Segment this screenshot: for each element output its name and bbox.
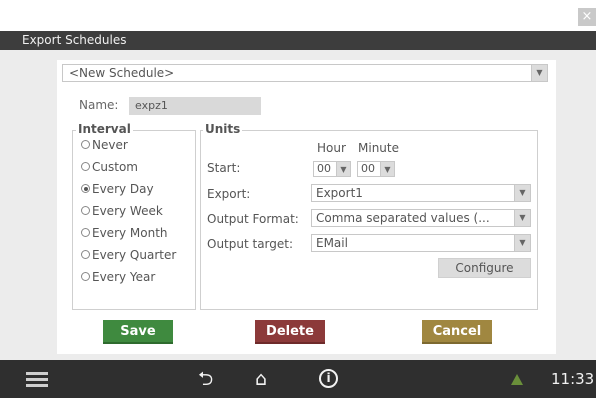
chevron-down-icon[interactable]: ▼ [380,162,394,176]
output-target-label: Output target: [207,237,294,251]
window-title: Export Schedules [0,31,596,50]
radio-button-icon[interactable] [81,206,90,215]
units-group: Units Hour Minute Start: 00 ▼ 00 ▼ Expor… [200,122,538,310]
radio-every-year[interactable]: Every Year [81,270,155,284]
output-format-label: Output Format: [207,212,299,226]
chevron-down-icon[interactable]: ▼ [514,235,530,251]
chevron-down-icon[interactable]: ▼ [336,162,350,176]
delete-button[interactable]: Delete [255,320,325,344]
top-strip [0,0,596,31]
radio-button-icon[interactable] [81,272,90,281]
output-target-select[interactable]: EMail ▼ [311,234,531,252]
radio-button-checked-icon[interactable] [81,184,90,193]
schedule-dropdown-value: <New Schedule> [69,66,175,80]
interval-legend: Interval [76,122,133,136]
radio-button-icon[interactable] [81,228,90,237]
menu-icon[interactable] [26,372,48,388]
export-label: Export: [207,187,251,201]
clock: 11:33 [551,370,595,388]
output-format-select[interactable]: Comma separated values (... ▼ [311,209,531,227]
home-icon[interactable]: ⌂ [255,368,267,390]
dialog-body: <New Schedule> ▼ Name: expz1 Interval Ne… [0,50,596,360]
schedule-dropdown[interactable]: <New Schedule> ▼ [62,64,548,82]
back-icon[interactable]: ⮌ [198,368,213,390]
radio-every-day[interactable]: Every Day [81,182,154,196]
export-select[interactable]: Export1 ▼ [311,184,531,202]
name-label: Name: [79,98,119,112]
interval-group: Interval Never Custom Every Day Every We… [72,122,196,310]
radio-custom[interactable]: Custom [81,160,138,174]
info-icon[interactable]: i [319,369,338,388]
save-button[interactable]: Save [103,320,173,344]
radio-every-month[interactable]: Every Month [81,226,168,240]
warning-icon[interactable] [511,374,523,385]
name-input[interactable]: expz1 [129,97,261,115]
units-legend: Units [203,122,243,136]
chevron-down-icon[interactable]: ▼ [514,185,530,201]
close-icon[interactable]: × [578,8,596,26]
radio-button-icon[interactable] [81,140,90,149]
chevron-down-icon[interactable]: ▼ [531,65,547,81]
radio-button-icon[interactable] [81,250,90,259]
hour-header: Hour [317,141,346,155]
schedule-panel: <New Schedule> ▼ Name: expz1 Interval Ne… [57,60,556,354]
radio-never[interactable]: Never [81,138,128,152]
minute-select[interactable]: 00 ▼ [357,161,395,177]
taskbar: ⮌ ⌂ i 11:33 [0,360,596,398]
chevron-down-icon[interactable]: ▼ [514,210,530,226]
start-label: Start: [207,161,241,175]
radio-every-week[interactable]: Every Week [81,204,163,218]
hour-select[interactable]: 00 ▼ [313,161,351,177]
radio-every-quarter[interactable]: Every Quarter [81,248,176,262]
minute-header: Minute [358,141,399,155]
radio-button-icon[interactable] [81,162,90,171]
configure-button[interactable]: Configure [438,258,531,278]
cancel-button[interactable]: Cancel [422,320,492,344]
